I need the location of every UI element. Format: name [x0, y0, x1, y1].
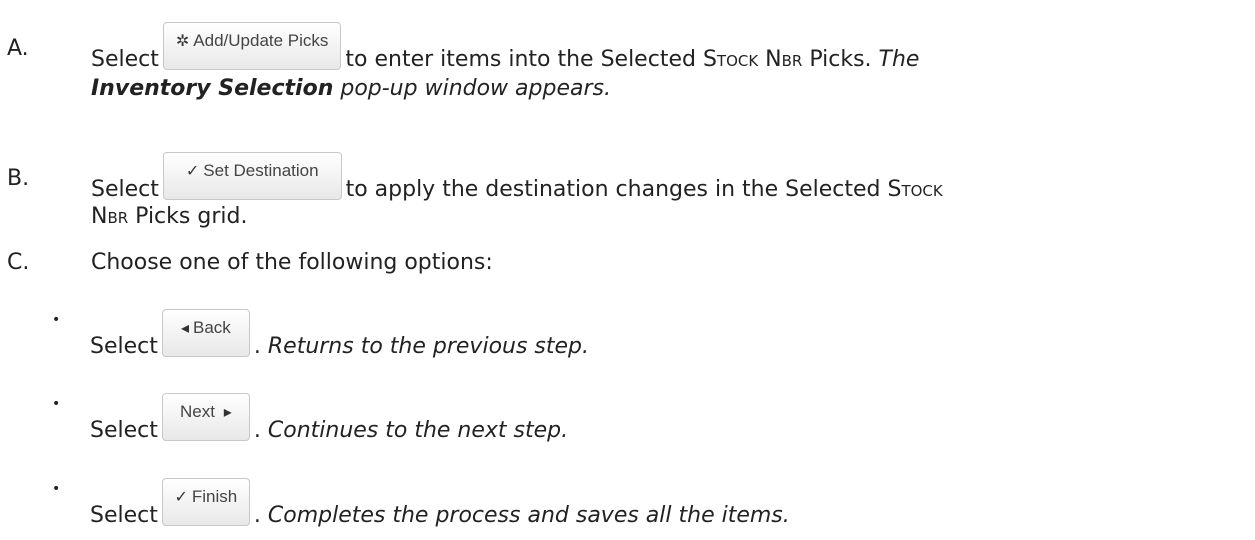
- gear-icon: ✲: [175, 33, 190, 50]
- stock-nbr-term: Stock Nbr: [702, 47, 803, 72]
- checkmark-icon: ✓: [185, 163, 200, 180]
- step-c-marker: C.: [7, 250, 30, 275]
- step-b-text: to apply the destination changes in the …: [345, 177, 888, 202]
- option-select: Select: [90, 503, 158, 528]
- step-b-text-2: Picks grid.: [128, 204, 248, 229]
- finish-description: Completes the process and saves all the …: [267, 503, 790, 528]
- step-a-marker: A.: [7, 36, 29, 61]
- add-update-picks-label: Add/Update Picks: [193, 31, 329, 50]
- option-finish: Select✓ Finish. Completes the process and…: [90, 478, 790, 540]
- bullet: •: [52, 396, 61, 412]
- step-c-text: Choose one of the following options:: [91, 250, 493, 275]
- finish-label: Finish: [191, 487, 238, 506]
- step-a-result: pop-up window appears.: [333, 76, 611, 101]
- step-a-line2: Inventory Selection pop-up window appear…: [91, 76, 611, 101]
- step-b-marker: B.: [7, 166, 30, 191]
- bullet: •: [52, 481, 61, 497]
- finish-button[interactable]: ✓ Finish: [161, 478, 250, 526]
- option-select: Select: [90, 418, 158, 443]
- step-a-text-2: Picks.: [802, 47, 879, 72]
- option-back: Select◂ Back. Returns to the previous ste…: [90, 309, 590, 371]
- next-arrow-icon: ▸: [223, 404, 232, 421]
- back-label: Back: [192, 318, 231, 337]
- nbr-term: Nbr: [91, 204, 129, 229]
- set-destination-button[interactable]: ✓ Set Destination: [162, 152, 342, 200]
- next-button[interactable]: Next ▸: [161, 393, 250, 441]
- option-period: .: [253, 503, 261, 528]
- back-button[interactable]: ◂ Back: [161, 309, 250, 357]
- bullet: •: [52, 312, 61, 328]
- step-b-select: Select: [91, 177, 159, 202]
- step-a-select: Select: [91, 47, 159, 72]
- next-label: Next: [180, 402, 215, 421]
- step-b-line2: Nbr Picks grid.: [91, 204, 247, 229]
- back-description: Returns to the previous step.: [267, 334, 590, 359]
- option-period: .: [253, 334, 261, 359]
- next-description: Continues to the next step.: [267, 418, 569, 443]
- option-select: Select: [90, 334, 158, 359]
- add-update-picks-button[interactable]: ✲ Add/Update Picks: [162, 22, 342, 70]
- step-a-italic-the: The: [878, 47, 920, 72]
- option-next: SelectNext ▸. Continues to the next step…: [90, 393, 569, 455]
- set-destination-label: Set Destination: [203, 161, 319, 180]
- step-a-text: to enter items into the Selected: [345, 47, 703, 72]
- back-arrow-icon: ◂: [180, 320, 189, 337]
- option-period: .: [253, 418, 261, 443]
- checkmark-icon: ✓: [174, 489, 188, 506]
- inventory-selection-term: Inventory Selection: [91, 76, 334, 101]
- stock-term: Stock: [887, 177, 943, 202]
